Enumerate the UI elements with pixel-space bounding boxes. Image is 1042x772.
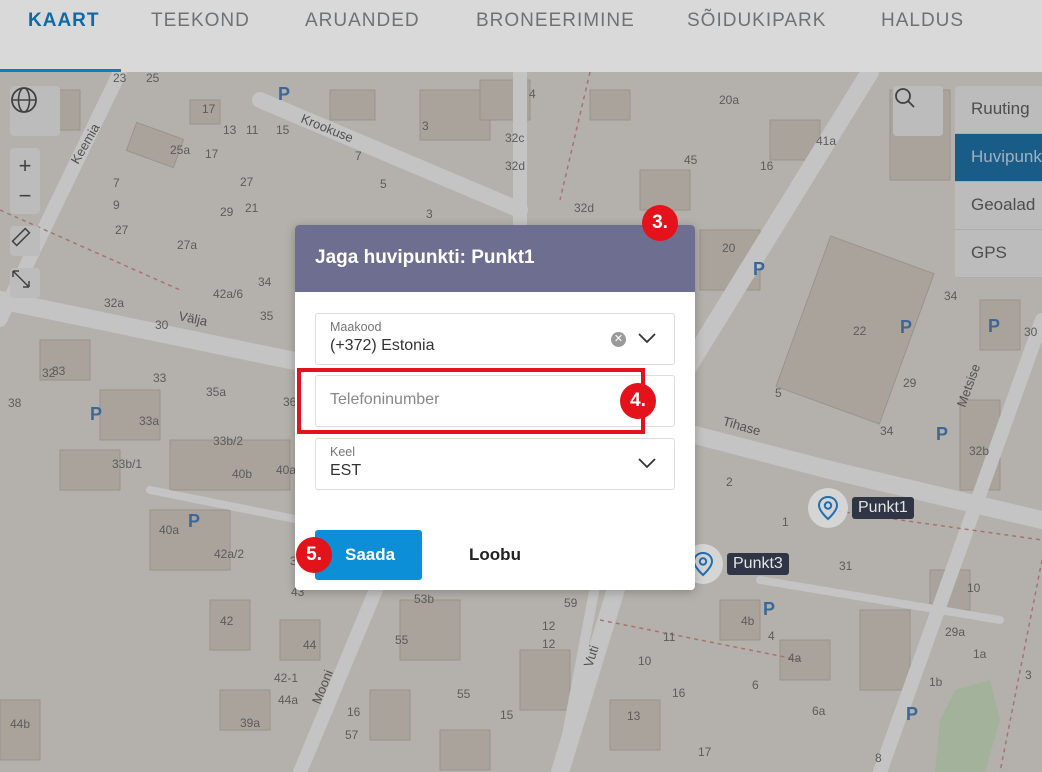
- tab-teekond[interactable]: TEEKOND: [151, 10, 250, 32]
- step-badge-4: 4.: [620, 383, 656, 419]
- tab-kaart[interactable]: KAART: [28, 10, 100, 32]
- cancel-button[interactable]: Loobu: [445, 530, 545, 580]
- step-badge-5: 5.: [296, 537, 332, 573]
- poi-label: Punkt3: [727, 553, 789, 575]
- poi-label: Punkt1: [852, 497, 914, 519]
- country-code-label: Maakood: [330, 320, 382, 334]
- country-code-value: (+372) Estonia: [330, 337, 435, 354]
- top-navigation: KAART TEEKOND ARUANDED BRONEERIMINE SÕID…: [0, 0, 1042, 72]
- country-code-select[interactable]: Maakood (+372) Estonia ✕: [315, 313, 675, 365]
- poi-punkt3[interactable]: Punkt3: [683, 544, 789, 584]
- chevron-down-icon[interactable]: [638, 457, 656, 469]
- tab-broneerimine[interactable]: BRONEERIMINE: [476, 10, 635, 32]
- highlight-box: [297, 368, 645, 434]
- active-tab-indicator: [0, 69, 121, 72]
- language-value: EST: [330, 462, 362, 479]
- poi-punkt1[interactable]: Punkt1: [808, 488, 914, 528]
- chevron-down-icon[interactable]: [638, 332, 656, 344]
- tab-haldus[interactable]: HALDUS: [881, 10, 964, 32]
- language-select[interactable]: Keel EST: [315, 438, 675, 490]
- tab-soidukipark[interactable]: SÕIDUKIPARK: [687, 10, 826, 32]
- clear-icon[interactable]: ✕: [611, 332, 626, 347]
- map-pin-icon: [808, 488, 848, 528]
- tab-aruanded[interactable]: ARUANDED: [305, 10, 420, 32]
- step-badge-3: 3.: [642, 205, 678, 241]
- language-label: Keel: [330, 445, 356, 459]
- dialog-title: Jaga huvipunkti: Punkt1: [295, 225, 695, 292]
